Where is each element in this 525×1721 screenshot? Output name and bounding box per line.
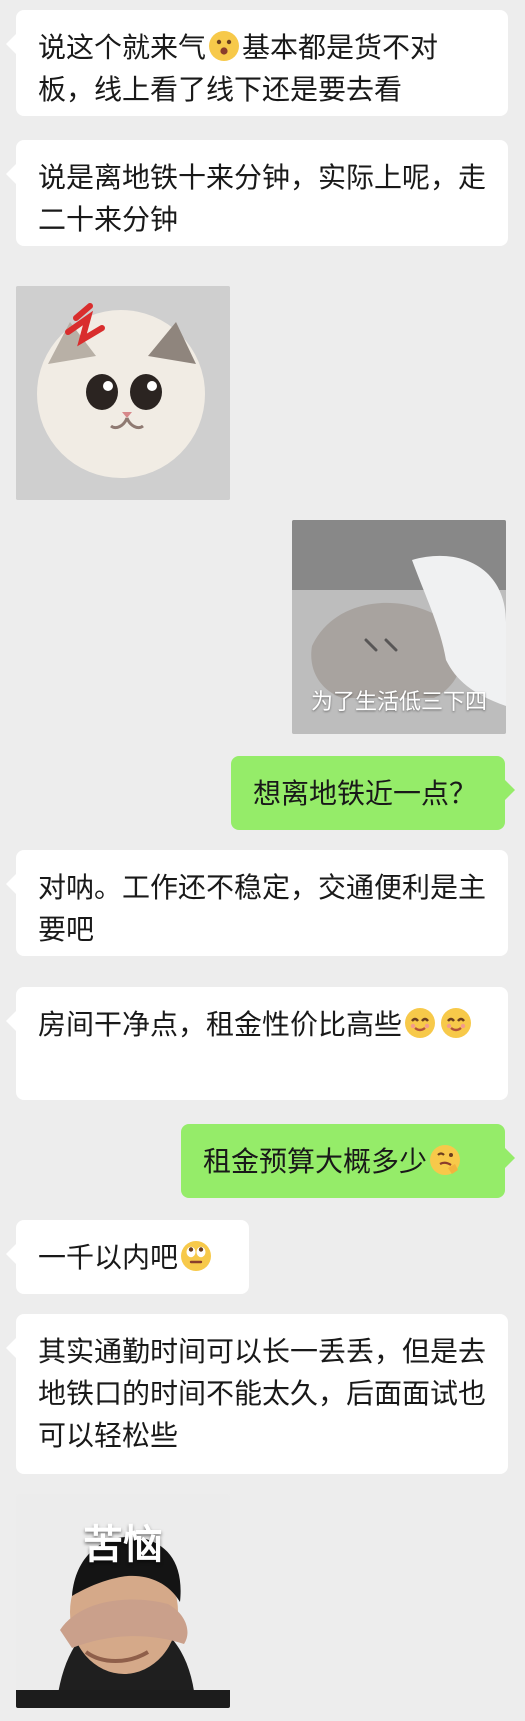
message-text: 对呐。工作还不稳定，交通便利是主要吧 xyxy=(38,871,487,946)
angry-kitten-sticker[interactable] xyxy=(16,286,230,500)
message-text: 租金预算大概多少 xyxy=(203,1145,428,1178)
message-text: 想离地铁近一点？ xyxy=(253,777,478,810)
troubled-boy-sticker[interactable]: 苦恼 xyxy=(16,1494,230,1708)
message-text: 说这个就来气 xyxy=(38,31,207,64)
message-bubble-left[interactable]: 一千以内吧 xyxy=(6,1220,249,1294)
message-bubble-left[interactable]: 房间干净点，租金性价比高些 xyxy=(6,987,508,1100)
thinking-face-icon xyxy=(430,1145,461,1175)
message-text: 其实通勤时间可以长一丢丢，但是去地铁口的时间不能太久，后面面试也可以轻松些 xyxy=(38,1335,487,1452)
surprised-face-icon xyxy=(209,31,240,61)
message-bubble-left[interactable]: 说这个就来气 基本都是货不对板，线上看了线下还是要去看 xyxy=(6,10,508,116)
message-bubble-left[interactable]: 其实通勤时间可以长一丢丢，但是去地铁口的时间不能太久，后面面试也可以轻松些 xyxy=(6,1314,508,1474)
smiling-eyes-icon xyxy=(441,1008,472,1038)
message-text: 房间干净点，租金性价比高些 xyxy=(38,1008,403,1041)
message-bubble-left[interactable]: 说是离地铁十来分钟，实际上呢，走二十来分钟 xyxy=(6,140,508,246)
message-text: 一千以内吧 xyxy=(38,1241,179,1274)
chat-window: 说这个就来气 基本都是货不对板，线上看了线下还是要去看 说是离地铁十来分钟，实际上… xyxy=(0,0,525,1721)
angry-kitten-image xyxy=(16,286,230,500)
message-bubble-right[interactable]: 租金预算大概多少 xyxy=(181,1124,515,1198)
message-bubble-right[interactable]: 想离地铁近一点？ xyxy=(231,756,515,830)
message-bubble-left[interactable]: 对呐。工作还不稳定，交通便利是主要吧 xyxy=(6,850,508,956)
cat-under-towel-sticker[interactable]: 为了生活低三下四 xyxy=(292,520,506,734)
smiling-eyes-icon xyxy=(405,1008,436,1038)
rolling-eyes-icon xyxy=(181,1241,212,1271)
sticker-caption: 为了生活低三下四 xyxy=(310,690,487,715)
message-text: 说是离地铁十来分钟，实际上呢，走二十来分钟 xyxy=(38,161,487,236)
sticker-caption: 苦恼 xyxy=(83,1522,163,1568)
